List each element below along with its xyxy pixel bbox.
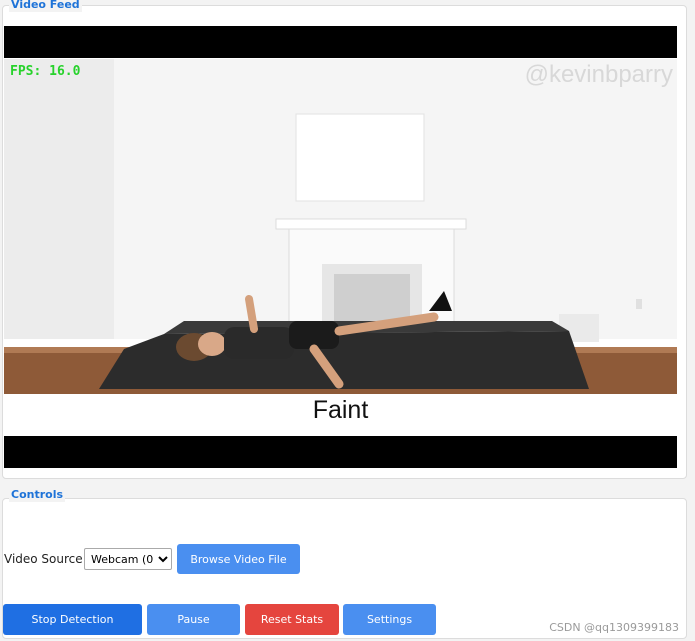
video-feed-title: Video Feed (9, 0, 82, 12)
letterbox-bottom (4, 436, 677, 468)
video-watermark: @kevinbparry (524, 61, 673, 88)
fps-readout: FPS: 16.0 (10, 64, 81, 79)
video-scene-image (4, 59, 677, 394)
video-frame: FPS: 16.0 @kevinbparry (4, 59, 677, 394)
video-feed-group: Video Feed FPS: 16.0 @kevinbparry Faint (2, 0, 687, 479)
browse-video-file-button[interactable]: Browse Video File (177, 544, 300, 574)
detection-label: Faint (312, 396, 369, 424)
stop-detection-button[interactable]: Stop Detection (3, 604, 142, 635)
video-source-select[interactable]: Webcam (0) (84, 548, 172, 570)
video-source-label: Video Source: (4, 552, 87, 566)
pause-button[interactable]: Pause (147, 604, 240, 635)
reset-stats-button[interactable]: Reset Stats (245, 604, 339, 635)
letterbox-top (4, 26, 677, 58)
csdn-watermark: CSDN @qq1309399183 (549, 621, 679, 634)
settings-button[interactable]: Settings (343, 604, 436, 635)
controls-title: Controls (9, 488, 66, 502)
